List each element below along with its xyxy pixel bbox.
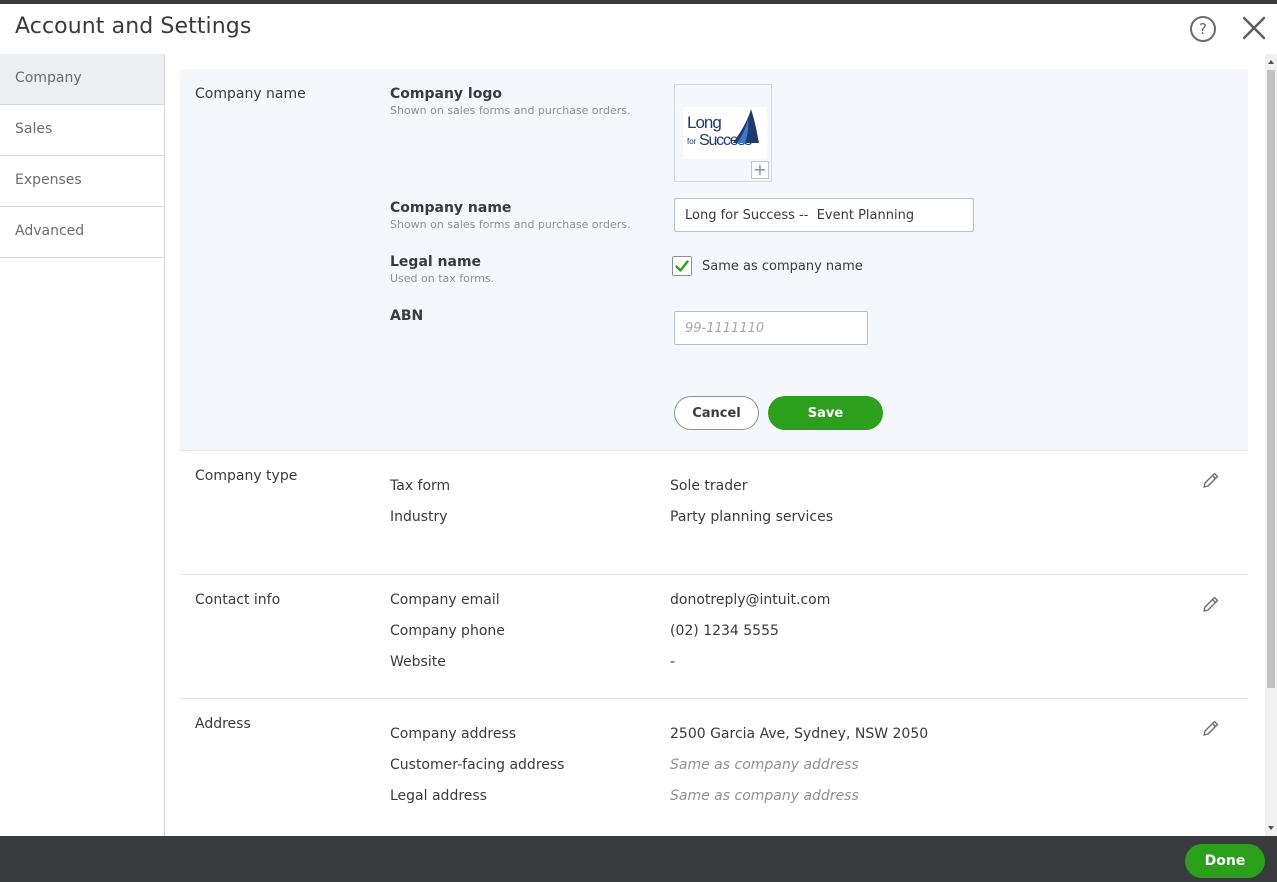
- section-label-company-type: Company type: [195, 468, 298, 484]
- tax-form-label: Tax form: [390, 478, 451, 494]
- logo-text-for: for: [687, 137, 697, 146]
- checkmark-icon: [675, 260, 689, 272]
- legal-address-value: Same as company address: [670, 788, 859, 804]
- company-name-section: Company name Company logo Shown on sales…: [180, 69, 1248, 450]
- plus-icon[interactable]: +: [751, 161, 769, 179]
- sidebar-item-company[interactable]: Company: [0, 54, 164, 105]
- footer-bar: Done: [0, 836, 1277, 882]
- contact-info-edit-pencil-icon[interactable]: [1201, 594, 1221, 614]
- section-divider: [180, 574, 1248, 575]
- company-name-input[interactable]: [674, 198, 974, 232]
- same-as-company-name-checkbox[interactable]: [672, 256, 692, 276]
- sidebar: Company Sales Expenses Advanced: [0, 54, 165, 836]
- company-email-value: donotreply@intuit.com: [670, 592, 831, 608]
- sidebar-item-advanced[interactable]: Advanced: [0, 207, 164, 258]
- company-address-value: 2500 Garcia Ave, Sydney, NSW 2050: [670, 726, 929, 742]
- website-label: Website: [390, 654, 446, 670]
- company-phone-label: Company phone: [390, 623, 505, 639]
- company-type-edit-pencil-icon[interactable]: [1201, 470, 1221, 490]
- industry-label: Industry: [390, 509, 448, 525]
- same-as-company-name-label: Same as company name: [702, 259, 863, 274]
- section-label-company-name: Company name: [195, 86, 306, 102]
- company-phone-value: (02) 1234 5555: [670, 623, 779, 639]
- done-button[interactable]: Done: [1185, 844, 1265, 878]
- company-address-label: Company address: [390, 726, 517, 742]
- industry-value: Party planning services: [670, 509, 834, 525]
- save-button[interactable]: Save: [768, 396, 883, 430]
- company-name-sub: Shown on sales forms and purchase orders…: [390, 218, 631, 231]
- sidebar-item-sales[interactable]: Sales: [0, 105, 164, 156]
- customer-facing-address-label: Customer-facing address: [390, 757, 565, 773]
- legal-address-label: Legal address: [390, 788, 487, 804]
- company-email-label: Company email: [390, 592, 500, 608]
- company-logo-label: Company logo: [390, 86, 502, 102]
- help-icon[interactable]: ?: [1190, 16, 1216, 42]
- sidebar-item-expenses[interactable]: Expenses: [0, 156, 164, 207]
- section-label-contact-info: Contact info: [195, 592, 281, 608]
- header: Account and Settings ?: [0, 4, 1277, 54]
- logo-text-long: Long: [687, 113, 722, 132]
- company-logo-sub: Shown on sales forms and purchase orders…: [390, 104, 631, 117]
- scroll-up-arrow-icon[interactable]: [1268, 60, 1274, 64]
- abn-input[interactable]: [674, 311, 868, 345]
- legal-name-sub: Used on tax forms.: [390, 272, 495, 285]
- sail-logo-icon: [733, 109, 759, 143]
- cancel-button[interactable]: Cancel: [674, 396, 759, 430]
- section-divider: [180, 698, 1248, 699]
- vertical-scrollbar[interactable]: [1265, 54, 1277, 836]
- section-label-address: Address: [195, 716, 251, 732]
- page-title: Account and Settings: [15, 14, 252, 39]
- settings-panel: Company name Company logo Shown on sales…: [165, 54, 1265, 836]
- section-divider: [180, 450, 1248, 451]
- tax-form-value: Sole trader: [670, 478, 748, 494]
- abn-label: ABN: [390, 308, 424, 324]
- legal-name-label: Legal name: [390, 254, 482, 270]
- scrollbar-thumb[interactable]: [1267, 70, 1275, 688]
- website-value: -: [670, 654, 676, 670]
- customer-facing-address-value: Same as company address: [670, 757, 859, 773]
- company-name-label: Company name: [390, 200, 512, 216]
- address-edit-pencil-icon[interactable]: [1201, 718, 1221, 738]
- company-logo-image: Long for Success: [683, 107, 767, 159]
- close-icon[interactable]: [1240, 14, 1268, 42]
- scroll-down-arrow-icon[interactable]: [1268, 826, 1274, 830]
- company-logo-upload[interactable]: Long for Success +: [674, 84, 772, 182]
